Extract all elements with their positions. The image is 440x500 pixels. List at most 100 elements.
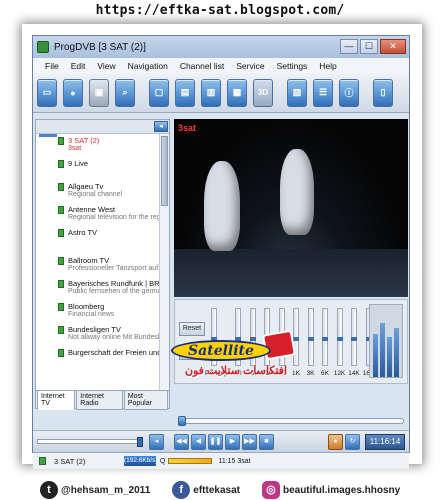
channel-icon — [58, 229, 64, 237]
epg-icon[interactable]: ☰ — [313, 78, 333, 107]
mosaic-icon[interactable]: ▧ — [287, 78, 307, 107]
slider-knob[interactable] — [351, 337, 357, 341]
channel-name: Ballroom TV — [68, 256, 110, 265]
rewind-icon[interactable]: ◀◀ — [174, 434, 189, 450]
seek-thumb[interactable] — [178, 416, 186, 426]
channel-icon — [58, 280, 64, 288]
menu-help[interactable]: Help — [313, 61, 342, 71]
level-bar — [373, 333, 378, 377]
tv-icon[interactable]: ▯ — [373, 78, 393, 107]
channel-name: Burgerschaft der Freien und Hans... — [68, 348, 159, 357]
app-icon — [37, 41, 49, 53]
social-footer: t @hehsam_m_2011 f efttekasat ◎ beautifu… — [0, 480, 440, 500]
tv-logo-icon — [261, 329, 297, 361]
slider-knob[interactable] — [336, 337, 343, 341]
menu-settings[interactable]: Settings — [271, 61, 314, 71]
menu-edit[interactable]: Edit — [65, 61, 92, 71]
facebook-icon: f — [172, 481, 191, 499]
instagram-item[interactable]: ◎ beautiful.images.hhosny — [261, 481, 400, 499]
window-icon[interactable]: ▤ — [175, 78, 195, 107]
channel-icon — [58, 257, 64, 265]
window-icon[interactable]: ▢ — [149, 78, 169, 107]
channel-item[interactable]: Ballroom TV Professioneller Tanzsport au… — [36, 254, 159, 277]
close-button[interactable]: ✕ — [380, 39, 406, 54]
channel-item[interactable]: Bloomberg Financial news — [36, 300, 159, 323]
volume-graph — [369, 304, 403, 378]
video-area[interactable]: 3sat — [174, 119, 408, 297]
channel-name: 3 SAT (2) — [68, 136, 100, 145]
satellite-brand: Satellite — [171, 340, 271, 361]
menu-file[interactable]: File — [39, 61, 65, 71]
channel-name: Astro TV — [68, 228, 98, 237]
channel-icon — [58, 326, 64, 334]
progdvb-window: ProgDVB [3 SAT (2)] — ☐ ✕ File Edit View… — [32, 35, 410, 469]
screen-icon[interactable]: ▭ — [37, 78, 57, 107]
eq-band-slider[interactable] — [351, 308, 357, 366]
scrollbar-thumb[interactable] — [161, 136, 168, 206]
url-banner: https://eftka-sat.blogspot.com/ — [95, 3, 345, 18]
fast-forward-icon[interactable]: ▶▶ — [242, 434, 257, 450]
toolbar: ▭ ● ▣ ⌕ ▢ ▤ ▥ ▦ 3D ▧ ☰ ⓘ ▯ — [33, 73, 409, 113]
facebook-item[interactable]: f efttekasat — [172, 481, 240, 499]
menu-view[interactable]: View — [91, 61, 121, 71]
astronaut-figure — [204, 161, 240, 251]
channel-desc: Not allway online Mit Bundesligen... — [68, 334, 159, 341]
eq-band-slider[interactable] — [322, 308, 328, 366]
channel-item[interactable]: Antenne West Regional television for the… — [36, 203, 159, 226]
pause-icon[interactable]: ❚❚ — [208, 434, 223, 450]
twitter-item[interactable]: t @hehsam_m_2011 — [40, 481, 150, 499]
channel-item[interactable]: Bayerisches Rundfunk | BR Public fernseh… — [36, 277, 159, 300]
mute-icon[interactable]: ◂ — [149, 434, 164, 450]
screenshot-frame: ProgDVB [3 SAT (2)] — ☐ ✕ File Edit View… — [22, 24, 422, 469]
volume-thumb[interactable] — [137, 437, 143, 447]
quality-label: Q — [160, 457, 166, 465]
instagram-icon: ◎ — [261, 481, 280, 499]
channel-name: Bloomberg — [68, 302, 105, 311]
channel-item[interactable]: Allgaeu Tv Regional channel — [36, 180, 159, 203]
channel-icon — [58, 183, 64, 191]
reset-button[interactable]: Reset — [179, 322, 205, 336]
stop-icon[interactable]: ■ — [259, 434, 274, 450]
slider-knob[interactable] — [322, 337, 328, 341]
tab-internet-tv[interactable]: Internet TV — [37, 389, 76, 410]
channel-item[interactable]: Bundesligen TV Not allway online Mit Bun… — [36, 323, 159, 346]
seek-bar[interactable] — [178, 416, 404, 426]
volume-slider[interactable] — [37, 437, 143, 447]
window-icon[interactable]: ▥ — [201, 78, 221, 107]
tab-internet-radio[interactable]: Internet Radio — [76, 389, 123, 410]
record-icon[interactable]: ● — [63, 78, 83, 107]
minimize-button[interactable]: — — [340, 39, 358, 54]
info-icon[interactable]: ⓘ — [339, 78, 359, 107]
snapshot-icon[interactable]: ▣ — [89, 78, 109, 107]
maximize-button[interactable]: ☐ — [360, 39, 378, 54]
channel-icon — [58, 137, 64, 145]
step-back-icon[interactable]: ◀ — [191, 434, 206, 450]
tab-most-popular[interactable]: Most Popular — [123, 389, 168, 410]
eq-band-slider[interactable] — [336, 308, 343, 366]
level-bar — [387, 337, 392, 377]
channel-icon — [58, 160, 64, 168]
channel-item[interactable]: 9 Live — [36, 157, 159, 180]
menu-navigation[interactable]: Navigation — [122, 61, 174, 71]
menu-service[interactable]: Service — [230, 61, 270, 71]
level-bar — [394, 328, 399, 377]
sidebar-toggle-icon[interactable]: ◂ — [154, 121, 168, 132]
status-channel: 3 SAT (2) — [54, 456, 86, 466]
channel-item[interactable]: Burgerschaft der Freien und Hans... — [36, 346, 159, 369]
channel-desc: Public fernsehen of the germa... — [68, 288, 159, 295]
menu-channel-list[interactable]: Channel list — [174, 61, 230, 71]
3d-icon[interactable]: 3D — [253, 78, 273, 107]
refresh-icon[interactable]: ↻ — [345, 434, 360, 450]
play-icon[interactable]: ▶ — [225, 434, 240, 450]
time-display: 11:16:14 — [365, 434, 405, 450]
channel-scrollbar[interactable] — [159, 134, 169, 390]
eq-band-slider[interactable] — [307, 308, 314, 366]
channel-item[interactable]: Astro TV — [36, 226, 159, 254]
grid-icon[interactable]: ▦ — [227, 78, 247, 107]
slider-knob[interactable] — [307, 337, 314, 341]
twitter-icon: t — [40, 481, 58, 499]
channel-item[interactable]: 3 SAT (2) 3sat — [36, 134, 159, 157]
channel-name: Antenne West — [68, 205, 115, 214]
record-icon[interactable]: ● — [328, 434, 343, 450]
search-icon[interactable]: ⌕ — [115, 78, 135, 107]
